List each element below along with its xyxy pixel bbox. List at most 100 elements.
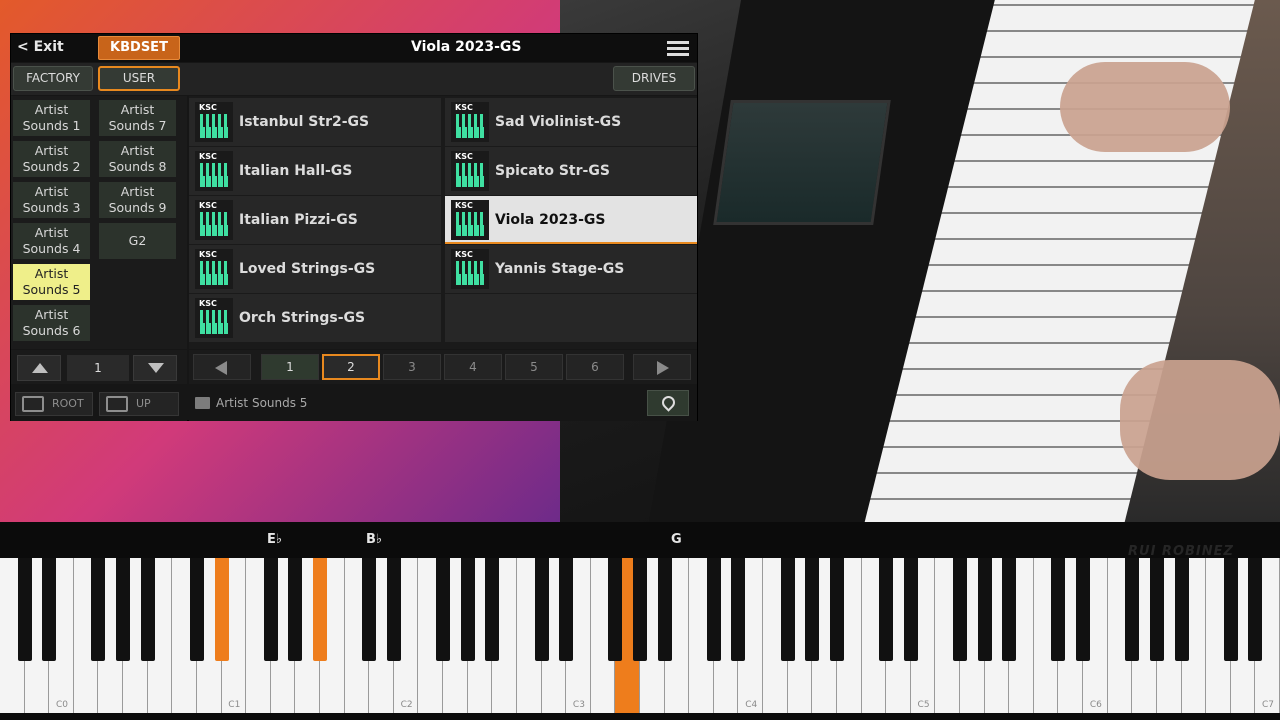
folder-item[interactable]: Artist Sounds 9 <box>99 182 176 218</box>
path-bar: Artist Sounds 5 <box>189 386 697 421</box>
locate-button[interactable] <box>647 390 689 416</box>
sound-item[interactable]: KSC Istanbul Str2-GS <box>189 98 441 146</box>
black-key <box>731 558 746 661</box>
ksc-tag: KSC <box>455 152 473 161</box>
page-button-6[interactable]: 6 <box>566 354 624 380</box>
folder-item[interactable]: Artist Sounds 1 <box>13 100 90 136</box>
exit-button[interactable]: < Exit <box>17 39 64 55</box>
arrow-down-icon <box>148 363 164 373</box>
hand-photo <box>1060 62 1230 152</box>
tab-factory[interactable]: FACTORY <box>13 66 93 91</box>
sound-item[interactable]: KSC Italian Hall-GS <box>189 147 441 195</box>
empty-slot <box>445 294 697 342</box>
folder-sidebar: Artist Sounds 1 Artist Sounds 7 Artist S… <box>11 96 187 349</box>
page-down-button[interactable] <box>133 355 177 381</box>
kbdset-button[interactable]: KBDSET <box>98 36 180 60</box>
sound-name: Istanbul Str2-GS <box>239 114 370 130</box>
sound-item[interactable]: KSC Italian Pizzi-GS <box>189 196 441 244</box>
octave-label: C1 <box>228 700 241 710</box>
folder-label: Artist <box>34 225 69 240</box>
sound-item[interactable]: KSC Loved Strings-GS <box>189 245 441 293</box>
black-key <box>460 558 475 661</box>
tab-user[interactable]: USER <box>98 66 180 91</box>
folder-label: Artist <box>34 143 69 158</box>
sound-item[interactable]: KSC Orch Strings-GS <box>189 294 441 342</box>
arrow-right-icon <box>657 361 669 375</box>
folder-label: Sounds 7 <box>108 118 167 133</box>
page-button-2[interactable]: 2 <box>322 354 380 380</box>
menu-icon[interactable] <box>667 41 689 57</box>
sound-item[interactable]: KSC Yannis Stage-GS <box>445 245 697 293</box>
black-key <box>1002 558 1017 661</box>
tab-bar: FACTORY USER DRIVES <box>11 63 697 95</box>
sound-item[interactable]: KSC Spicato Str-GS <box>445 147 697 195</box>
black-key <box>1174 558 1189 661</box>
piano-keys-icon <box>456 261 484 285</box>
black-key <box>829 558 844 661</box>
page-button-5[interactable]: 5 <box>505 354 563 380</box>
octave-label: C6 <box>1089 700 1102 710</box>
root-label: ROOT <box>52 397 84 410</box>
black-key <box>559 558 574 661</box>
page-up-button[interactable] <box>17 355 61 381</box>
piano-keys-icon <box>200 114 228 138</box>
black-key <box>263 558 278 661</box>
sound-name: Loved Strings-GS <box>239 261 376 277</box>
folder-item[interactable]: Artist Sounds 6 <box>13 305 90 341</box>
piano-keys-icon <box>200 212 228 236</box>
black-key <box>1125 558 1140 661</box>
folder-pager: 1 <box>11 350 187 384</box>
piano-keys-icon <box>200 310 228 334</box>
sound-item[interactable]: KSC Sad Violinist-GS <box>445 98 697 146</box>
folder-label: Sounds 1 <box>22 118 81 133</box>
sound-grid: KSC Istanbul Str2-GS KSC Sad Violinist-G… <box>189 96 697 349</box>
next-page-button[interactable] <box>633 354 691 380</box>
sound-name: Italian Pizzi-GS <box>239 212 358 228</box>
keyboard-sound-icon: KSC <box>195 200 233 240</box>
watermark: RUI ROBINEZ <box>1128 544 1234 559</box>
black-key <box>633 558 647 661</box>
ksc-tag: KSC <box>455 250 473 259</box>
folder-label: Artist <box>34 307 69 322</box>
sound-item-selected[interactable]: KSC Viola 2023-GS <box>445 196 697 244</box>
sound-name: Sad Violinist-GS <box>495 114 622 130</box>
black-key <box>91 558 106 661</box>
page-button-1[interactable]: 1 <box>261 354 319 380</box>
folder-label: Sounds 6 <box>22 323 81 338</box>
folder-page-number: 1 <box>67 355 129 381</box>
folder-item-selected[interactable]: Artist Sounds 5 <box>13 264 90 300</box>
folder-item[interactable]: Artist Sounds 3 <box>13 182 90 218</box>
folder-label: Artist <box>120 184 155 199</box>
page-button-3[interactable]: 3 <box>383 354 441 380</box>
sound-name: Italian Hall-GS <box>239 163 353 179</box>
location-pin-icon <box>659 393 678 412</box>
arrow-up-icon <box>32 363 48 373</box>
prev-page-button[interactable] <box>193 354 251 380</box>
black-key <box>189 558 204 661</box>
folder-item[interactable]: Artist Sounds 8 <box>99 141 176 177</box>
folder-label: Artist <box>34 184 69 199</box>
page-button-4[interactable]: 4 <box>444 354 502 380</box>
black-key <box>214 558 229 661</box>
arrow-left-icon <box>215 361 227 375</box>
folder-item[interactable]: G2 <box>99 223 176 259</box>
up-button[interactable]: UP <box>99 392 179 416</box>
folder-item[interactable]: Artist Sounds 7 <box>99 100 176 136</box>
ksc-tag: KSC <box>199 299 217 308</box>
keyboard-sound-icon: KSC <box>451 151 489 191</box>
octave-label: C3 <box>572 700 585 710</box>
keyboard-sound-icon: KSC <box>451 102 489 142</box>
tab-drives[interactable]: DRIVES <box>613 66 695 91</box>
root-button[interactable]: ROOT <box>15 392 93 416</box>
black-key <box>1248 558 1263 661</box>
keyboard-sound-icon: KSC <box>195 102 233 142</box>
keyboard-sound-icon: KSC <box>451 249 489 289</box>
folder-item[interactable]: Artist Sounds 4 <box>13 223 90 259</box>
sound-name: Spicato Str-GS <box>495 163 610 179</box>
piano-keys-icon <box>456 114 484 138</box>
black-key <box>1223 558 1238 661</box>
home-folder-icon <box>22 396 44 412</box>
folder-item[interactable]: Artist Sounds 2 <box>13 141 90 177</box>
black-key <box>485 558 500 661</box>
black-key <box>706 558 721 661</box>
